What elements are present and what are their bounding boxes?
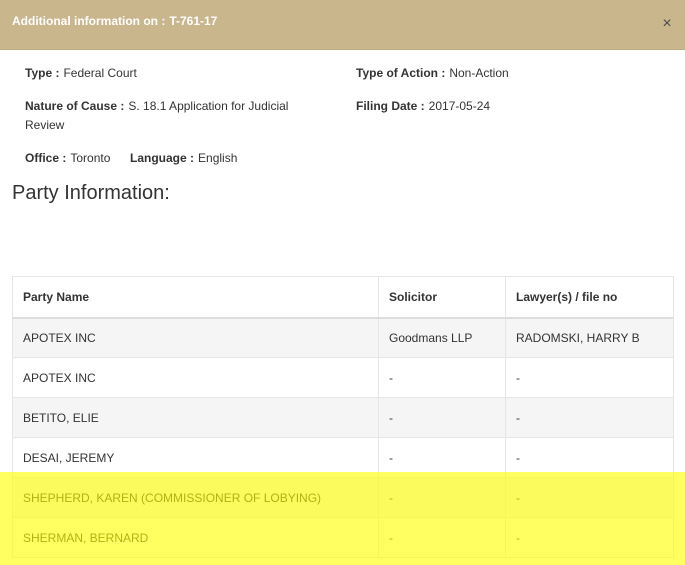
close-icon: ×	[662, 15, 672, 32]
nature-of-cause-field: Nature of Cause : S. 18.1 Application for…	[25, 97, 325, 135]
office-label: Office :	[25, 151, 67, 165]
table-row: BETITO, ELIE - -	[12, 397, 674, 438]
nature-of-cause-label: Nature of Cause :	[25, 99, 125, 113]
party-name-cell: DESAI, JEREMY	[12, 437, 379, 478]
type-field: Type : Federal Court	[25, 64, 137, 83]
solicitor-cell: Goodmans LLP	[378, 317, 506, 358]
table-row: SHERMAN, BERNARD - -	[12, 517, 674, 558]
office-field: Office : Toronto	[25, 149, 110, 168]
party-name-cell: APOTEX INC	[12, 317, 379, 358]
column-header-party-name: Party Name	[12, 276, 379, 319]
table-row: SHEPHERD, KAREN (COMMISSIONER OF LOBYING…	[12, 477, 674, 518]
solicitor-cell: -	[378, 437, 506, 478]
lawyer-cell: -	[505, 397, 674, 438]
lawyer-cell: -	[505, 477, 674, 518]
close-button[interactable]: ×	[660, 14, 674, 34]
type-label: Type :	[25, 66, 60, 80]
solicitor-cell: -	[378, 517, 506, 558]
party-name-cell: BETITO, ELIE	[12, 397, 379, 438]
solicitor-cell: -	[378, 357, 506, 398]
party-table: Party Name Solicitor Lawyer(s) / file no…	[12, 276, 674, 558]
party-name-cell: APOTEX INC	[12, 357, 379, 398]
type-value: Federal Court	[63, 66, 137, 80]
dialog-title: Additional information on : T-761-17	[12, 14, 217, 28]
solicitor-cell: -	[378, 397, 506, 438]
filing-date-field: Filing Date :2017-05-24	[356, 97, 490, 116]
filing-date-value: 2017-05-24	[428, 99, 491, 113]
column-header-solicitor: Solicitor	[378, 276, 506, 319]
dialog-header: Additional information on : T-761-17 ×	[0, 0, 685, 50]
office-value: Toronto	[70, 151, 111, 165]
party-table-header-row: Party Name Solicitor Lawyer(s) / file no	[12, 276, 674, 319]
party-name-cell: SHEPHERD, KAREN (COMMISSIONER OF LOBYING…	[12, 477, 379, 518]
language-field: Language : English	[130, 149, 237, 168]
case-number: T-761-17	[169, 14, 218, 28]
type-of-action-value: Non-Action	[449, 66, 509, 80]
column-header-lawyer: Lawyer(s) / file no	[505, 276, 674, 319]
table-row: APOTEX INC - -	[12, 357, 674, 398]
solicitor-cell: -	[378, 477, 506, 518]
party-name-cell: SHERMAN, BERNARD	[12, 517, 379, 558]
type-of-action-label: Type of Action :	[356, 66, 446, 80]
dialog-title-prefix: Additional information on :	[12, 14, 166, 28]
table-row: DESAI, JEREMY - -	[12, 437, 674, 478]
filing-date-label: Filing Date :	[356, 99, 425, 113]
lawyer-cell: -	[505, 437, 674, 478]
type-of-action-field: Type of Action : Non-Action	[356, 64, 509, 83]
language-value: English	[198, 151, 238, 165]
language-label: Language :	[130, 151, 195, 165]
table-row: APOTEX INC Goodmans LLP RADOMSKI, HARRY …	[12, 317, 674, 358]
lawyer-cell: -	[505, 517, 674, 558]
party-information-heading: Party Information:	[12, 182, 170, 204]
lawyer-cell: RADOMSKI, HARRY B	[505, 317, 674, 358]
lawyer-cell: -	[505, 357, 674, 398]
